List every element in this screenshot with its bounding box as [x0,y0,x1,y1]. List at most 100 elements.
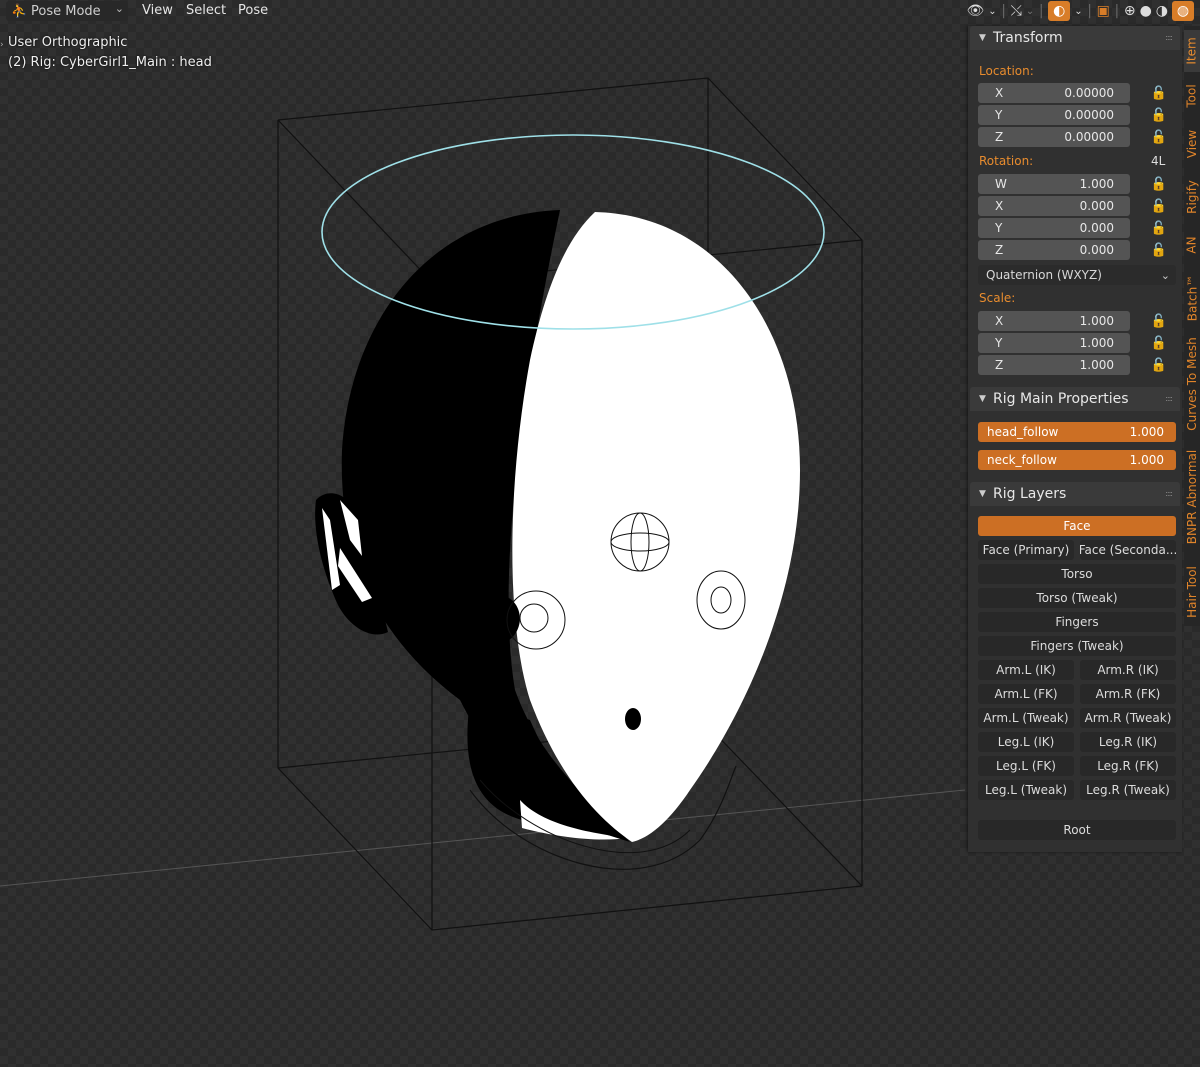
pose-mode-icon: ⛹ [11,3,28,19]
lock-icon[interactable]: 🔓 [1150,311,1168,331]
layer-leg-l-fk-button[interactable]: Leg.L (FK) [978,756,1074,776]
solid-shading-icon[interactable]: ● [1140,1,1152,21]
gizmo-icon[interactable]: ⤯ [1011,1,1022,21]
prop-value: 1.000 [1129,425,1164,439]
lock-icon[interactable]: 🔓 [1150,240,1168,260]
lock-icon[interactable]: 🔓 [1150,127,1168,147]
tab-hair-tool[interactable]: Hair Tool [1184,558,1200,626]
head-follow-slider[interactable]: head_follow 1.000 [978,422,1176,442]
layer-leg-l-ik-button[interactable]: Leg.L (IK) [978,732,1074,752]
lock-icon[interactable]: 🔓 [1150,105,1168,125]
tab-curves-to-mesh[interactable]: Curves To Mesh [1184,332,1200,436]
drag-handle-icon[interactable]: :::: [1165,33,1173,42]
layer-fingers-button[interactable]: Fingers [978,612,1176,632]
tab-batch[interactable]: Batch™ [1184,268,1200,328]
head-lit-side [512,212,800,842]
wireframe-shading-icon[interactable]: ⊕ [1124,1,1136,21]
layer-arm-l-fk-button[interactable]: Arm.L (FK) [978,684,1074,704]
chevron-down-icon: ⌄ [114,2,124,15]
field-value: 1.000 [1079,314,1114,328]
location-x-field[interactable]: X 0.00000 [978,83,1130,103]
layer-face-primary-button[interactable]: Face (Primary) [978,540,1074,560]
axis-label: Y [995,336,1003,350]
rotation-x-field[interactable]: X 0.000 [978,196,1130,216]
visibility-icon[interactable]: 👁 [966,1,984,21]
field-value: 0.00000 [1064,108,1114,122]
rig-main-section-header[interactable]: ▼ Rig Main Properties :::: [970,387,1180,411]
rotation-y-field[interactable]: Y 0.000 [978,218,1130,238]
material-shading-icon[interactable]: ◑ [1156,1,1168,21]
layer-arm-r-tweak-button[interactable]: Arm.R (Tweak) [1080,708,1176,728]
separator: | [1001,3,1006,19]
lock-icon[interactable]: 🔓 [1150,174,1168,194]
layer-face-secondary-button[interactable]: Face (Seconda... [1080,540,1176,560]
layer-root-button[interactable]: Root [978,820,1176,840]
tab-rigify[interactable]: Rigify [1184,172,1200,222]
tab-bnpr-abnormal[interactable]: BNPR Abnormal [1184,440,1200,554]
chevron-down-icon[interactable]: ⌄ [1074,1,1082,21]
field-value: 0.00000 [1064,86,1114,100]
layer-arm-r-fk-button[interactable]: Arm.R (FK) [1080,684,1176,704]
lock-icon[interactable]: 🔓 [1150,333,1168,353]
prop-name: head_follow [987,425,1059,439]
layer-torso-tweak-button[interactable]: Torso (Tweak) [978,588,1176,608]
layer-torso-button[interactable]: Torso [978,564,1176,584]
viewport-header: ⛹ Pose Mode ⌄ View Select Pose 👁 ⌄ | ⤯ ⌄… [0,0,1200,22]
menu-pose[interactable]: Pose [238,3,268,18]
lock-icon[interactable]: 🔓 [1150,355,1168,375]
scale-label: Scale: [979,291,1016,305]
rotation-z-field[interactable]: Z 0.000 [978,240,1130,260]
layer-leg-r-fk-button[interactable]: Leg.R (FK) [1080,756,1176,776]
mode-selector[interactable]: ⛹ Pose Mode ⌄ [6,1,128,21]
neck-follow-slider[interactable]: neck_follow 1.000 [978,450,1176,470]
transform-section-header[interactable]: ▼ Transform :::: [970,26,1180,50]
axis-label: Z [995,243,1004,257]
lock-icon[interactable]: 🔓 [1150,218,1168,238]
lock-icon[interactable]: 🔓 [1150,196,1168,216]
menu-view[interactable]: View [142,3,173,18]
tab-an[interactable]: AN [1184,226,1200,264]
layer-fingers-tweak-button[interactable]: Fingers (Tweak) [978,636,1176,656]
rendered-shading-icon[interactable]: ◍ [1172,1,1194,21]
field-value: 0.000 [1079,243,1114,257]
scale-y-field[interactable]: Y 1.000 [978,333,1130,353]
lock-icon[interactable]: 🔓 [1150,83,1168,103]
tab-tool[interactable]: Tool [1184,76,1200,116]
layer-leg-r-ik-button[interactable]: Leg.R (IK) [1080,732,1176,752]
layer-leg-l-tweak-button[interactable]: Leg.L (Tweak) [978,780,1074,800]
tab-label: AN [1185,236,1199,254]
tab-view[interactable]: View [1184,120,1200,168]
layer-arm-r-ik-button[interactable]: Arm.R (IK) [1080,660,1176,680]
menu-select[interactable]: Select [186,3,226,18]
rotation-mode-dropdown[interactable]: Quaternion (WXYZ) ⌄ [978,265,1176,285]
drag-handle-icon[interactable]: :::: [1165,489,1173,498]
overlay-icon[interactable]: ◐ [1048,1,1071,21]
xray-icon[interactable]: ▣ [1097,1,1110,21]
rotation-4l-lock-toggle[interactable]: 4L [1151,154,1165,168]
chevron-down-icon[interactable]: ⌄ [1026,1,1034,21]
rotation-mode-value: Quaternion (WXYZ) [986,268,1102,282]
location-z-field[interactable]: Z 0.00000 [978,127,1130,147]
layer-face-button[interactable]: Face [978,516,1176,536]
field-value: 1.000 [1079,177,1114,191]
tab-label: Batch™ [1185,274,1199,322]
field-value: 1.000 [1079,358,1114,372]
layer-leg-r-tweak-button[interactable]: Leg.R (Tweak) [1080,780,1176,800]
viewport-scene[interactable] [0,22,965,1067]
rotation-w-field[interactable]: W 1.000 [978,174,1130,194]
layer-arm-l-ik-button[interactable]: Arm.L (IK) [978,660,1074,680]
drag-handle-icon[interactable]: :::: [1165,394,1173,403]
chevron-down-icon[interactable]: ⌄ [988,1,996,21]
field-value: 0.00000 [1064,130,1114,144]
scale-x-field[interactable]: X 1.000 [978,311,1130,331]
tab-label: View [1185,129,1200,159]
collapse-triangle-icon: ▼ [979,394,986,404]
scale-z-field[interactable]: Z 1.000 [978,355,1130,375]
tab-label: BNPR Abnormal [1185,449,1200,545]
axis-label: Y [995,108,1003,122]
rotation-label: Rotation: [979,154,1034,168]
location-y-field[interactable]: Y 0.00000 [978,105,1130,125]
tab-item[interactable]: Item [1184,30,1200,72]
rig-layers-section-header[interactable]: ▼ Rig Layers :::: [970,482,1180,506]
layer-arm-l-tweak-button[interactable]: Arm.L (Tweak) [978,708,1074,728]
